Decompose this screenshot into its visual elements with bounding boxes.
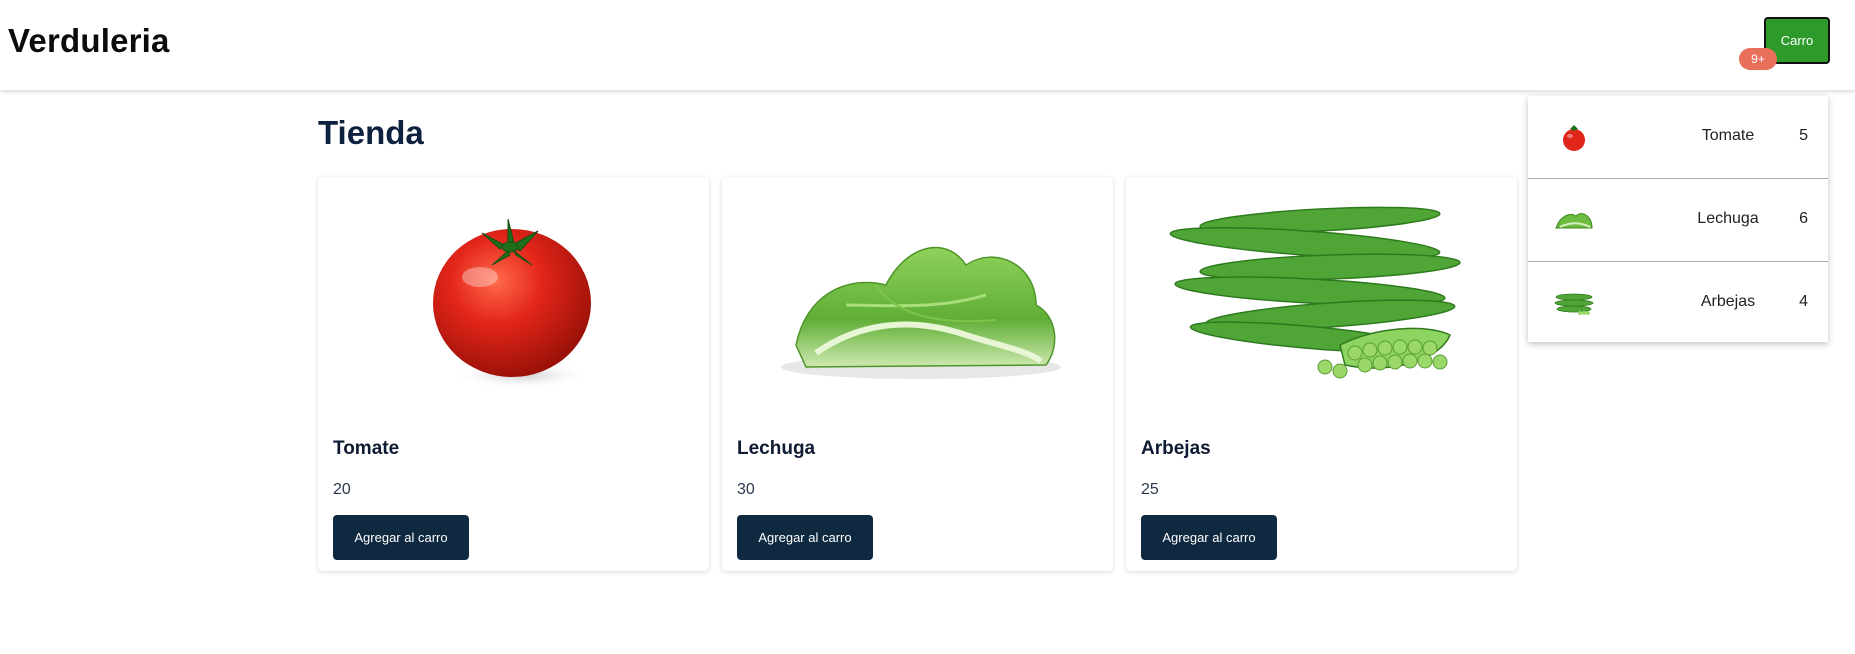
product-card-arbejas: Arbejas 25 Agregar al carro [1126, 177, 1517, 571]
add-to-cart-button[interactable]: Agregar al carro [333, 515, 469, 560]
cart-item[interactable]: Lechuga 6 [1528, 179, 1828, 262]
cart-item-qty: 4 [1799, 293, 1808, 310]
lettuce-image [736, 185, 1099, 395]
navbar: Verduleria Carro 9+ [0, 0, 1855, 90]
peas-thumb [1552, 283, 1596, 323]
cart-item-qty: 6 [1799, 210, 1808, 227]
peas-image [1140, 185, 1503, 395]
product-name: Lechuga [737, 438, 816, 459]
product-name: Tomate [333, 438, 400, 459]
product-card-tomate: Tomate 20 Agregar al carro [318, 177, 709, 571]
add-to-cart-button[interactable]: Agregar al carro [737, 515, 873, 560]
cart-item-name: Arbejas [1700, 293, 1756, 310]
page-title: Tienda [318, 114, 424, 151]
product-name: Arbejas [1141, 438, 1211, 459]
product-price: 30 [737, 481, 755, 498]
lettuce-thumb [1552, 200, 1596, 240]
product-card-lechuga: Lechuga 30 Agregar al carro [722, 177, 1113, 571]
cart-item-name: Lechuga [1697, 210, 1759, 227]
cart-dropdown: Tomate 5 Lechuga 6 Arbejas 4 [1528, 96, 1828, 342]
cart-item[interactable]: Arbejas 4 [1528, 262, 1828, 344]
brand-logo[interactable]: Verduleria [8, 22, 170, 60]
cart-item-qty: 5 [1799, 127, 1808, 144]
product-price: 25 [1141, 481, 1159, 498]
cart-item-name: Tomate [1701, 127, 1755, 144]
tomato-thumb [1552, 117, 1596, 157]
cart-item[interactable]: Tomate 5 [1528, 96, 1828, 179]
product-price: 20 [333, 481, 351, 498]
tomato-image [332, 185, 695, 395]
add-to-cart-button[interactable]: Agregar al carro [1141, 515, 1277, 560]
cart-count-badge: 9+ [1739, 48, 1777, 70]
